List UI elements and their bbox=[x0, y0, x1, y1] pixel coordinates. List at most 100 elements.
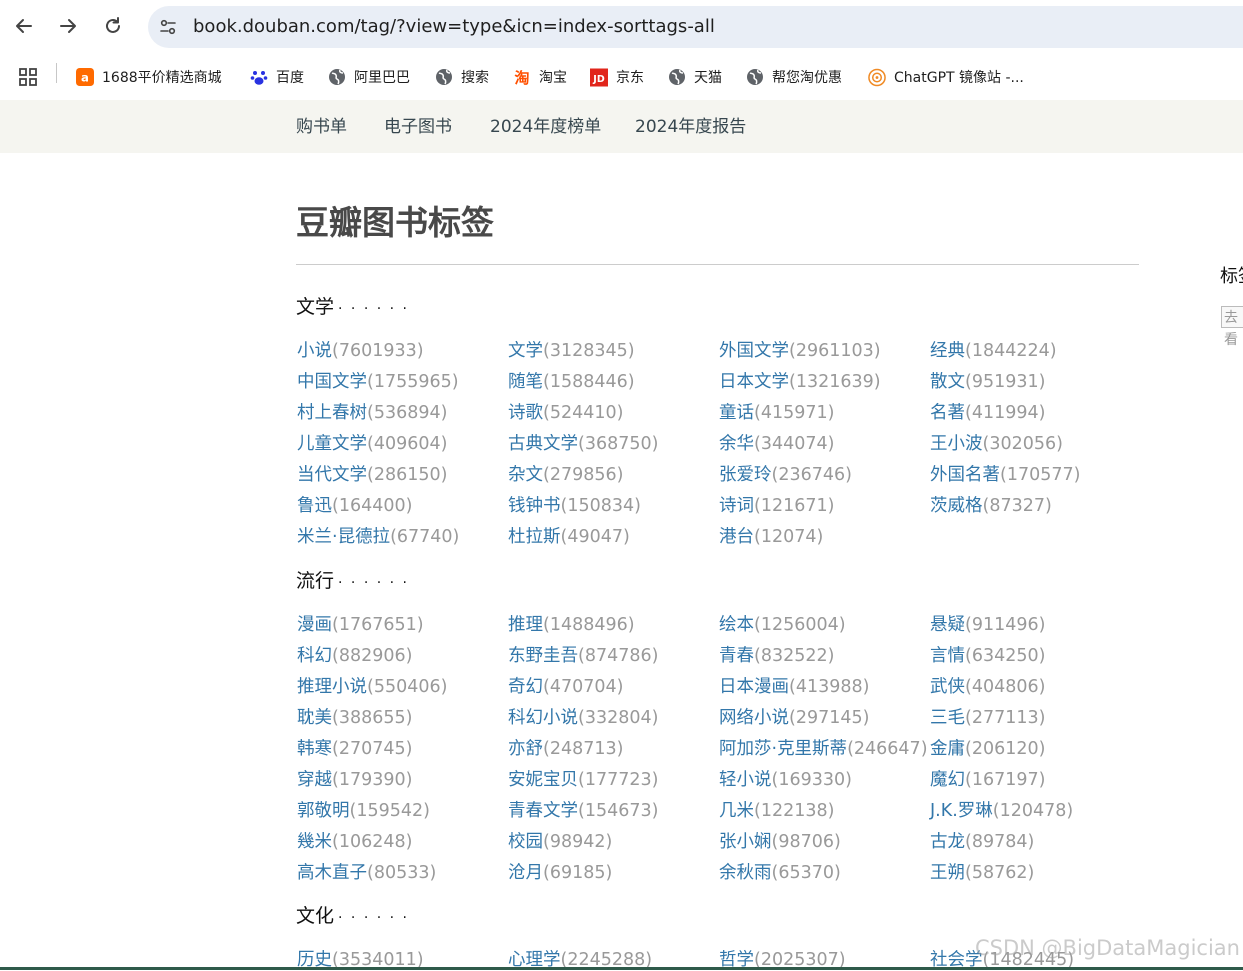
tag-name: 张小娴 bbox=[719, 832, 772, 852]
forward-button[interactable] bbox=[55, 13, 81, 39]
url-text[interactable]: book.douban.com/tag/?view=type&icn=index… bbox=[193, 6, 715, 48]
back-button[interactable] bbox=[11, 13, 37, 39]
tag-link[interactable]: 网络小说(297145) bbox=[719, 704, 869, 729]
tag-link[interactable]: 绘本(1256004) bbox=[719, 611, 846, 636]
tag-link[interactable]: 魔幻(167197) bbox=[930, 766, 1045, 791]
tag-link[interactable]: 诗歌(524410) bbox=[508, 399, 623, 424]
tag-link[interactable]: 东野圭吾(874786) bbox=[508, 642, 658, 667]
section-title: 文化 · · · · · · bbox=[296, 901, 409, 928]
section-dots: · · · · · · bbox=[338, 910, 409, 926]
apps-button[interactable] bbox=[18, 65, 38, 89]
bookmark-coupons[interactable]: 帮您淘优惠 bbox=[746, 65, 842, 89]
bookmark-taobao[interactable]: 淘 淘宝 bbox=[513, 65, 567, 89]
tag-link[interactable]: 随笔(1588446) bbox=[508, 368, 635, 393]
tag-link[interactable]: 杜拉斯(49047) bbox=[508, 523, 630, 548]
tag-link[interactable]: 名著(411994) bbox=[930, 399, 1045, 424]
site-settings-icon[interactable] bbox=[158, 17, 178, 37]
bookmark-alibaba[interactable]: 阿里巴巴 bbox=[328, 65, 410, 89]
tag-link[interactable]: 阿加莎·克里斯蒂(246647) bbox=[719, 735, 928, 760]
bookmark-jd[interactable]: JD 京东 bbox=[590, 65, 644, 89]
tag-link[interactable]: 言情(634250) bbox=[930, 642, 1045, 667]
tag-count: (277113) bbox=[965, 708, 1046, 728]
tag-link[interactable]: 当代文学(286150) bbox=[297, 461, 447, 486]
nav-item-annual-ranking[interactable]: 2024年度榜单 bbox=[490, 100, 601, 154]
tag-link[interactable]: 三毛(277113) bbox=[930, 704, 1045, 729]
tag-link[interactable]: 科幻(882906) bbox=[297, 642, 412, 667]
tag-link[interactable]: 散文(951931) bbox=[930, 368, 1045, 393]
tag-link[interactable]: 茨威格(87327) bbox=[930, 492, 1052, 517]
tag-link[interactable]: 经典(1844224) bbox=[930, 337, 1057, 362]
tag-link[interactable]: 武侠(404806) bbox=[930, 673, 1045, 698]
tag-count: (415971) bbox=[754, 403, 835, 423]
sidebar-button-fragment[interactable]: 去看 bbox=[1221, 306, 1243, 348]
tag-name: 沧月 bbox=[508, 863, 543, 883]
tag-link[interactable]: 米兰·昆德拉(67740) bbox=[297, 523, 459, 548]
tag-count: (874786) bbox=[578, 646, 659, 666]
bookmark-search[interactable]: 搜索 bbox=[435, 65, 489, 89]
bookmark-label: 淘宝 bbox=[539, 70, 567, 86]
tag-link[interactable]: 轻小说(169330) bbox=[719, 766, 852, 791]
tag-link[interactable]: 外国名著(170577) bbox=[930, 461, 1080, 486]
tag-link[interactable]: 推理小说(550406) bbox=[297, 673, 447, 698]
tag-link[interactable]: 几米(122138) bbox=[719, 797, 834, 822]
bookmark-1688[interactable]: a 1688平价精选商城 bbox=[76, 65, 222, 89]
tag-link[interactable]: 张小娴(98706) bbox=[719, 828, 841, 853]
tag-link[interactable]: 古龙(89784) bbox=[930, 828, 1034, 853]
tag-link[interactable]: 王小波(302056) bbox=[930, 430, 1063, 455]
tag-link[interactable]: 余秋雨(65370) bbox=[719, 859, 841, 884]
tag-link[interactable]: 推理(1488496) bbox=[508, 611, 635, 636]
jd-icon: JD bbox=[590, 68, 608, 86]
tag-count: (206120) bbox=[965, 739, 1046, 759]
tag-link[interactable]: 鲁迅(164400) bbox=[297, 492, 412, 517]
tag-link[interactable]: 杂文(279856) bbox=[508, 461, 623, 486]
tag-link[interactable]: 科幻小说(332804) bbox=[508, 704, 658, 729]
bookmark-chatgpt[interactable]: ChatGPT 镜像站 -... bbox=[868, 65, 1024, 89]
tag-link[interactable]: 港台(12074) bbox=[719, 523, 823, 548]
tag-link[interactable]: 幾米(106248) bbox=[297, 828, 412, 853]
tag-link[interactable]: 中国文学(1755965) bbox=[297, 368, 459, 393]
nav-item-annual-report[interactable]: 2024年度报告 bbox=[635, 100, 746, 154]
bookmark-tmall[interactable]: 天猫 bbox=[668, 65, 722, 89]
tag-link[interactable]: 悬疑(911496) bbox=[930, 611, 1045, 636]
tag-link[interactable]: 奇幻(470704) bbox=[508, 673, 623, 698]
reload-button[interactable] bbox=[100, 13, 126, 39]
tag-count: (7601933) bbox=[332, 341, 424, 361]
tag-link[interactable]: 古典文学(368750) bbox=[508, 430, 658, 455]
tag-link[interactable]: 漫画(1767651) bbox=[297, 611, 424, 636]
tag-link[interactable]: 日本文学(1321639) bbox=[719, 368, 881, 393]
tag-link[interactable]: 沧月(69185) bbox=[508, 859, 612, 884]
address-bar[interactable]: book.douban.com/tag/?view=type&icn=index… bbox=[148, 6, 1243, 48]
tag-link[interactable]: 穿越(179390) bbox=[297, 766, 412, 791]
tag-link[interactable]: 耽美(388655) bbox=[297, 704, 412, 729]
browser-toolbar: book.douban.com/tag/?view=type&icn=index… bbox=[0, 0, 1243, 54]
tag-link[interactable]: 童话(415971) bbox=[719, 399, 834, 424]
tag-link[interactable]: 校园(98942) bbox=[508, 828, 612, 853]
tag-link[interactable]: 小说(7601933) bbox=[297, 337, 424, 362]
tag-link[interactable]: 诗词(121671) bbox=[719, 492, 834, 517]
tag-link[interactable]: 青春文学(154673) bbox=[508, 797, 658, 822]
tag-link[interactable]: 文学(3128345) bbox=[508, 337, 635, 362]
tag-name: 东野圭吾 bbox=[508, 646, 578, 666]
tag-link[interactable]: J.K.罗琳(120478) bbox=[930, 797, 1073, 822]
tag-link[interactable]: 张爱玲(236746) bbox=[719, 461, 852, 486]
tag-link[interactable]: 王朔(58762) bbox=[930, 859, 1034, 884]
nav-item-ebooks[interactable]: 电子图书 bbox=[384, 100, 452, 154]
tag-link[interactable]: 安妮宝贝(177723) bbox=[508, 766, 658, 791]
tag-link[interactable]: 亦舒(248713) bbox=[508, 735, 623, 760]
tag-link[interactable]: 青春(832522) bbox=[719, 642, 834, 667]
bookmark-baidu[interactable]: 百度 bbox=[250, 65, 304, 89]
watermark: CSDN @BigDataMagician bbox=[975, 936, 1240, 960]
tag-link[interactable]: 金庸(206120) bbox=[930, 735, 1045, 760]
tag-link[interactable]: 村上春树(536894) bbox=[297, 399, 447, 424]
tag-link[interactable]: 郭敬明(159542) bbox=[297, 797, 430, 822]
tag-link[interactable]: 钱钟书(150834) bbox=[508, 492, 641, 517]
tag-link[interactable]: 余华(344074) bbox=[719, 430, 834, 455]
tag-link[interactable]: 儿童文学(409604) bbox=[297, 430, 447, 455]
tag-link[interactable]: 外国文学(2961103) bbox=[719, 337, 881, 362]
tag-name: 轻小说 bbox=[719, 770, 772, 790]
tag-link[interactable]: 日本漫画(413988) bbox=[719, 673, 869, 698]
tag-link[interactable]: 高木直子(80533) bbox=[297, 859, 436, 884]
nav-item-booklist[interactable]: 购书单 bbox=[296, 100, 347, 154]
tag-name: 杜拉斯 bbox=[508, 527, 561, 547]
tag-link[interactable]: 韩寒(270745) bbox=[297, 735, 412, 760]
